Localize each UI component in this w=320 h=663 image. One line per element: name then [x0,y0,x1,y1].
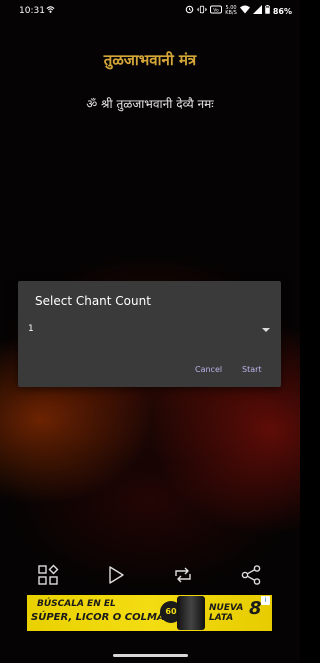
apps-icon[interactable] [37,564,59,586]
ad-line-1: BÚSCALA EN EL [37,599,116,609]
bottom-toolbar [0,560,300,590]
page-title: तुळजाभवानी मंत्र [103,51,197,69]
ad-line-3: NUEVA LATA [209,603,243,623]
dropdown-arrow-icon [262,328,270,332]
beer-can-image [177,596,205,630]
battery-percentage: 86% [272,6,292,16]
status-bar: 10:31 Vo 5.00 KB/S 86% [0,0,300,22]
ad-banner[interactable]: BÚSCALA EN EL SÚPER, LICOR O COLMADO. 60… [27,595,272,631]
dialog-title: Select Chant Count [35,294,151,308]
net-speed-unit: KB/S [225,10,237,16]
ad-line-3a: NUEVA [209,603,244,613]
battery-icon [264,5,270,17]
home-indicator[interactable] [113,654,188,657]
svg-text:Vo: Vo [214,8,220,14]
vibrate-icon [197,5,208,17]
status-time: 10:31 [19,6,45,16]
ad-line-3b: LATA [209,613,234,623]
play-icon[interactable] [105,564,127,586]
status-icons: Vo 5.00 KB/S 86% [185,5,292,17]
repeat-icon[interactable] [172,564,194,586]
share-icon[interactable] [240,564,262,586]
cancel-button[interactable]: Cancel [195,365,222,374]
dropdown-selected-value: 1 [28,324,34,334]
chant-count-dialog: Select Chant Count 1 Cancel Start [18,281,281,387]
ad-size: 8 [249,598,262,619]
ad-info-icon[interactable]: i [261,596,270,605]
signal-icon [252,5,262,17]
wifi-icon [239,5,250,17]
net-speed: 5.00 KB/S [225,6,237,16]
start-button[interactable]: Start [242,365,262,374]
volte-icon: Vo [210,5,223,17]
chant-count-dropdown[interactable]: 1 [28,321,272,341]
wifi-hotspot-icon [46,5,55,17]
alarm-icon [185,5,194,17]
mantra-text: ॐ श्री तुळजाभवानी देव्यै नमः [86,97,214,111]
